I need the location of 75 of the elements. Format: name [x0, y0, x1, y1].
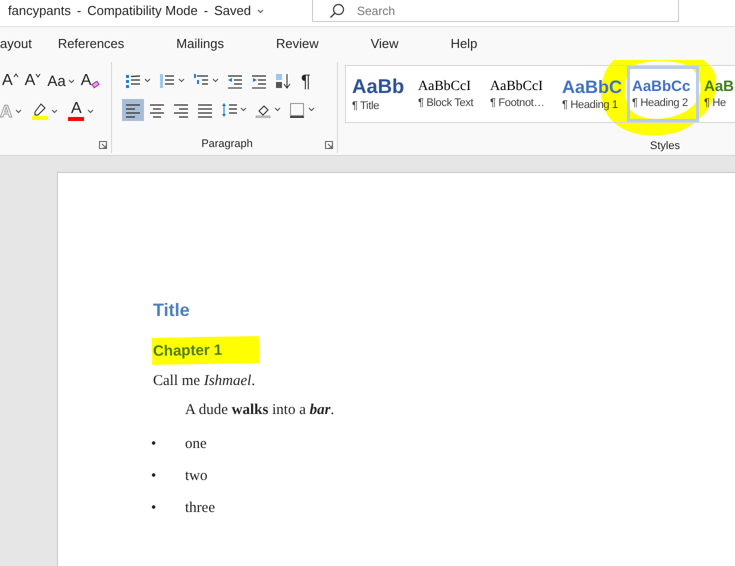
- chapter-heading: Chapter 1: [152, 336, 260, 365]
- style-name: ¶ Block Text: [418, 98, 474, 108]
- style-preview: AaBbCc: [632, 79, 690, 94]
- ribbon-tab[interactable]: ayout: [0, 27, 58, 60]
- caret-icon[interactable]: [15, 108, 22, 114]
- list-item-text: one: [185, 436, 207, 452]
- quote-paragraph: A dude walks into a bar.: [185, 403, 334, 418]
- search-icon: [328, 2, 345, 18]
- justify-icon: [197, 102, 213, 118]
- caret-icon[interactable]: [256, 8, 264, 14]
- increase-indent-icon: [251, 72, 267, 88]
- caret-icon[interactable]: [68, 78, 75, 84]
- font-color-button[interactable]: A: [68, 101, 94, 121]
- style-option[interactable]: AaBbCcI ¶ Block Text: [413, 66, 485, 122]
- style-option[interactable]: AaBb ¶ Title: [347, 66, 413, 122]
- decrease-indent-icon: [227, 72, 243, 88]
- style-option[interactable]: AaBbCcI ¶ Footnot…: [485, 66, 557, 122]
- show-marks-button[interactable]: ¶: [298, 72, 314, 90]
- highlighter-icon: [32, 102, 48, 120]
- shrink-font-button[interactable]: A: [24, 73, 42, 89]
- bulleted-list-icon: [125, 72, 141, 88]
- grow-font-button[interactable]: A: [2, 73, 19, 89]
- highlight-color-button[interactable]: [32, 102, 58, 120]
- bullet-mark: •: [151, 500, 158, 516]
- bullet-mark: •: [151, 436, 158, 452]
- separator-dash: -: [76, 2, 82, 20]
- up-caret-icon: [12, 73, 19, 78]
- caret-icon[interactable]: [274, 107, 281, 112]
- eraser-icon: [91, 81, 100, 89]
- borders-icon: [289, 102, 305, 118]
- dialog-launcher-icon[interactable]: [325, 141, 333, 149]
- ribbon-tab[interactable]: References: [58, 27, 150, 60]
- ribbon-tab[interactable]: View: [344, 27, 425, 60]
- style-name: ¶ Footnot…: [490, 98, 544, 108]
- document-title: fancypants: [8, 2, 71, 20]
- style-name: ¶ Heading 2: [632, 98, 688, 109]
- align-center-icon: [149, 102, 165, 118]
- style-preview: AaBbCcI: [490, 80, 543, 94]
- line-spacing-icon: [221, 102, 237, 118]
- align-right-icon: [173, 102, 189, 118]
- clear-formatting-button[interactable]: A: [80, 73, 100, 89]
- ribbon-tab[interactable]: Mailings: [150, 27, 250, 60]
- style-option[interactable]: AaBbCc ¶ Heading 2: [627, 66, 699, 122]
- down-caret-icon: [35, 73, 42, 78]
- style-name: ¶ He: [704, 98, 726, 109]
- style-name: ¶ Title: [352, 100, 380, 112]
- style-preview: AaBb: [352, 76, 404, 96]
- bullet-mark: •: [151, 468, 158, 484]
- change-case-button[interactable]: Aa: [47, 74, 75, 88]
- mode-label: Compatibility Mode: [87, 2, 198, 20]
- separator-dash: -: [204, 2, 208, 20]
- sort-arrow-icon: [275, 72, 291, 88]
- style-preview: AaBbCcI: [418, 80, 471, 94]
- search-input[interactable]: Search: [356, 2, 607, 20]
- list-item-text: three: [185, 500, 215, 516]
- caret-icon[interactable]: [308, 107, 315, 112]
- align-left-button[interactable]: [122, 98, 144, 120]
- caret-icon[interactable]: [51, 108, 58, 114]
- group-label: Paragraph: [200, 136, 254, 152]
- body-paragraph: Call me Ishmael.: [153, 374, 256, 389]
- caret-icon[interactable]: [178, 78, 185, 83]
- group-label: Styles: [650, 138, 680, 154]
- caret-icon[interactable]: [144, 78, 151, 83]
- ribbon-tab[interactable]: Review: [250, 27, 345, 60]
- caret-icon[interactable]: [87, 108, 94, 114]
- document-title-heading: Title: [153, 301, 190, 319]
- dialog-launcher-icon[interactable]: [99, 141, 107, 149]
- align-left-icon: [125, 102, 141, 118]
- save-status: Saved: [214, 2, 251, 20]
- search-box[interactable]: Search: [312, 0, 679, 22]
- numbered-list-icon: [159, 72, 175, 88]
- ribbon-tab[interactable]: Help: [424, 27, 504, 60]
- caret-icon[interactable]: [212, 78, 219, 83]
- caret-icon[interactable]: [240, 107, 247, 112]
- list-item-text: two: [185, 468, 208, 484]
